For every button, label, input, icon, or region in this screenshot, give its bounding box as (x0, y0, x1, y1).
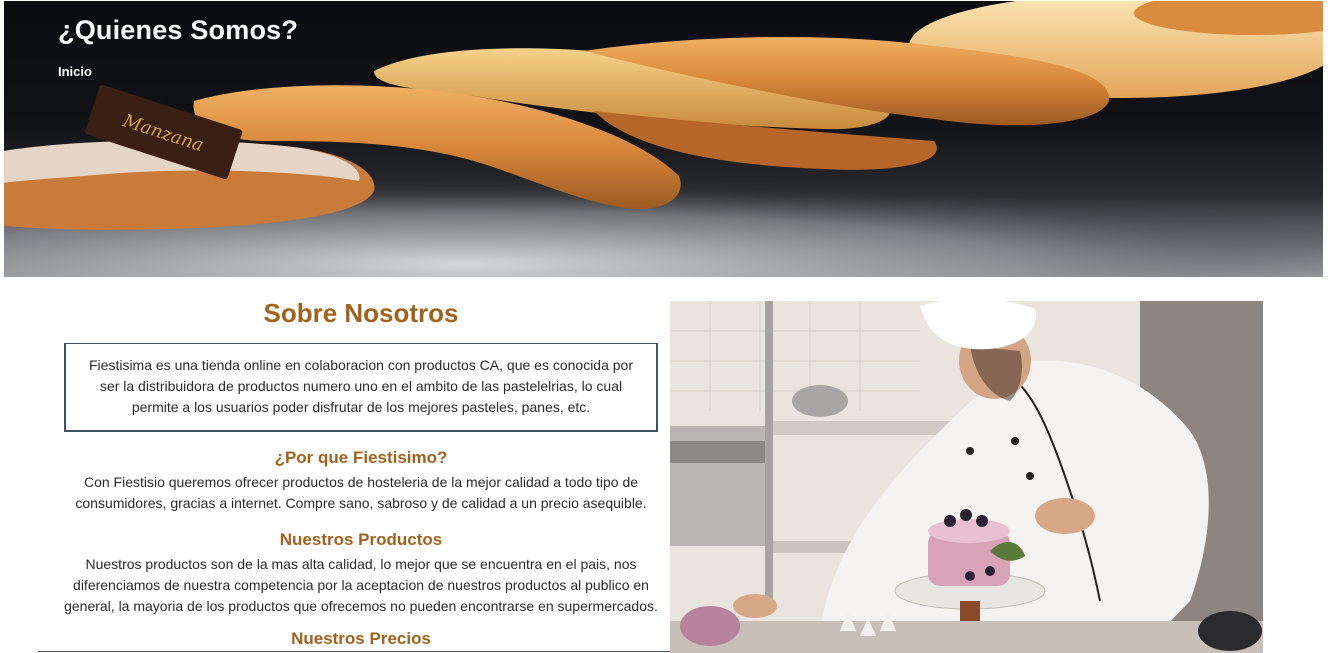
hero-banner: Manzana ¿Quienes Somos? Inicio (4, 1, 1323, 277)
why-heading: ¿Por que Fiestisimo? (274, 448, 448, 467)
products-text: Nuestros productos son de la mas alta ca… (64, 556, 658, 614)
intro-text: Fiestisima es una tienda online en colab… (89, 357, 633, 415)
about-heading: Sobre Nosotros (263, 298, 459, 328)
products-heading: Nuestros Productos (279, 530, 443, 549)
page-title: ¿Quienes Somos? (58, 15, 299, 45)
bottom-divider (38, 651, 670, 652)
chef-photo-drawing (670, 301, 1263, 653)
about-page: Manzana ¿Quienes Somos? Inicio Sobre Nos… (0, 0, 1334, 653)
pastry-chef-photo (670, 301, 1263, 653)
why-text: Con Fiestisio queremos ofrecer productos… (75, 474, 647, 511)
intro-box: Fiestisima es una tienda online en colab… (64, 343, 658, 432)
breadcrumb-home-link[interactable]: Inicio (58, 64, 92, 79)
prices-heading: Nuestros Precios (291, 629, 431, 648)
about-section: Sobre Nosotros Fiestisima es una tienda … (64, 290, 658, 649)
